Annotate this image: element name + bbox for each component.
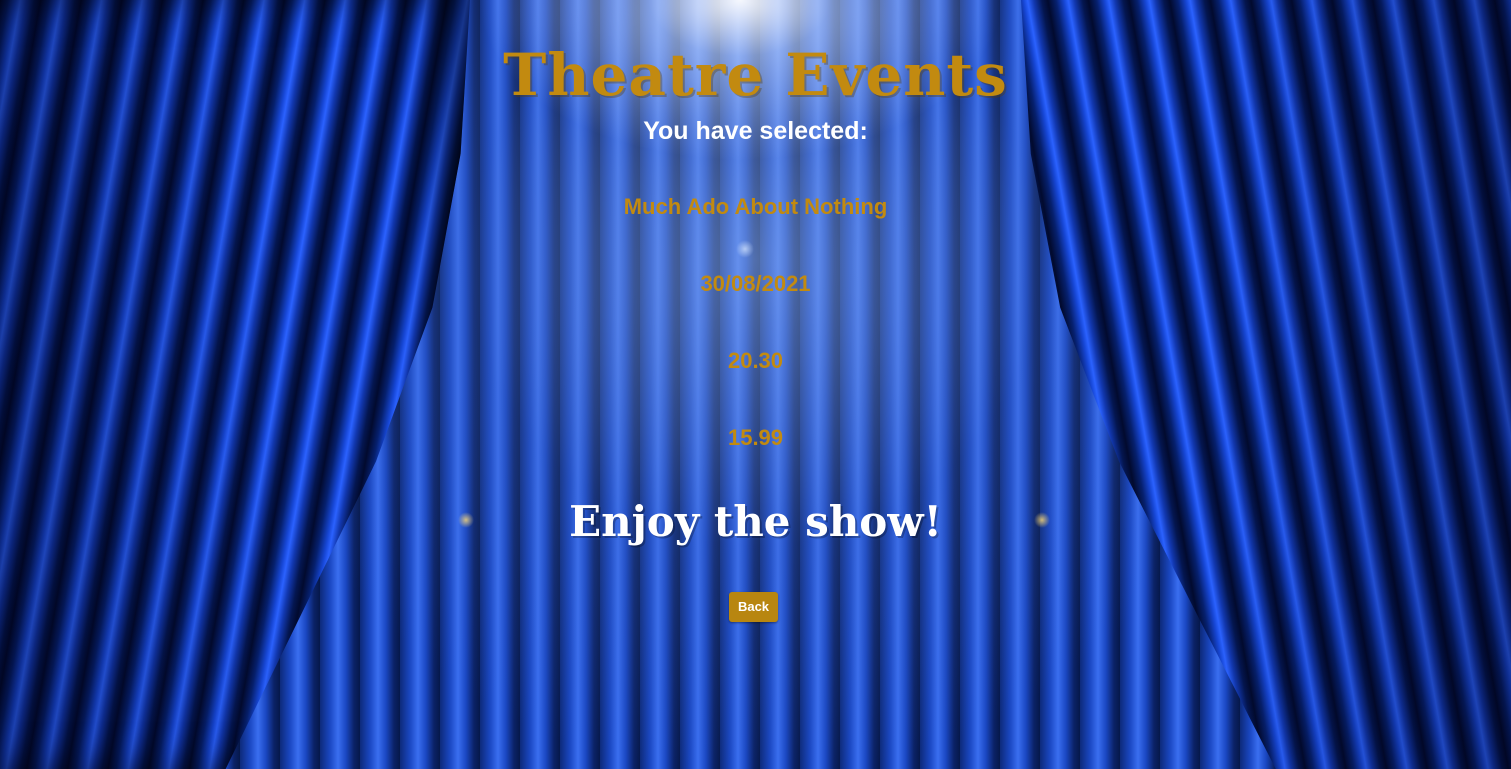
event-name: Much Ado About Nothing bbox=[623, 194, 888, 219]
event-date: 30/08/2021 bbox=[700, 271, 811, 296]
enjoy-message: Enjoy the show! bbox=[569, 497, 942, 546]
stage-light-center bbox=[736, 240, 754, 258]
event-price: 15.99 bbox=[727, 425, 784, 450]
page-title: Theatre Events bbox=[503, 41, 1008, 109]
selection-heading: You have selected: bbox=[643, 117, 868, 145]
back-button[interactable]: Back bbox=[729, 592, 778, 622]
event-time: 20.30 bbox=[727, 348, 784, 373]
